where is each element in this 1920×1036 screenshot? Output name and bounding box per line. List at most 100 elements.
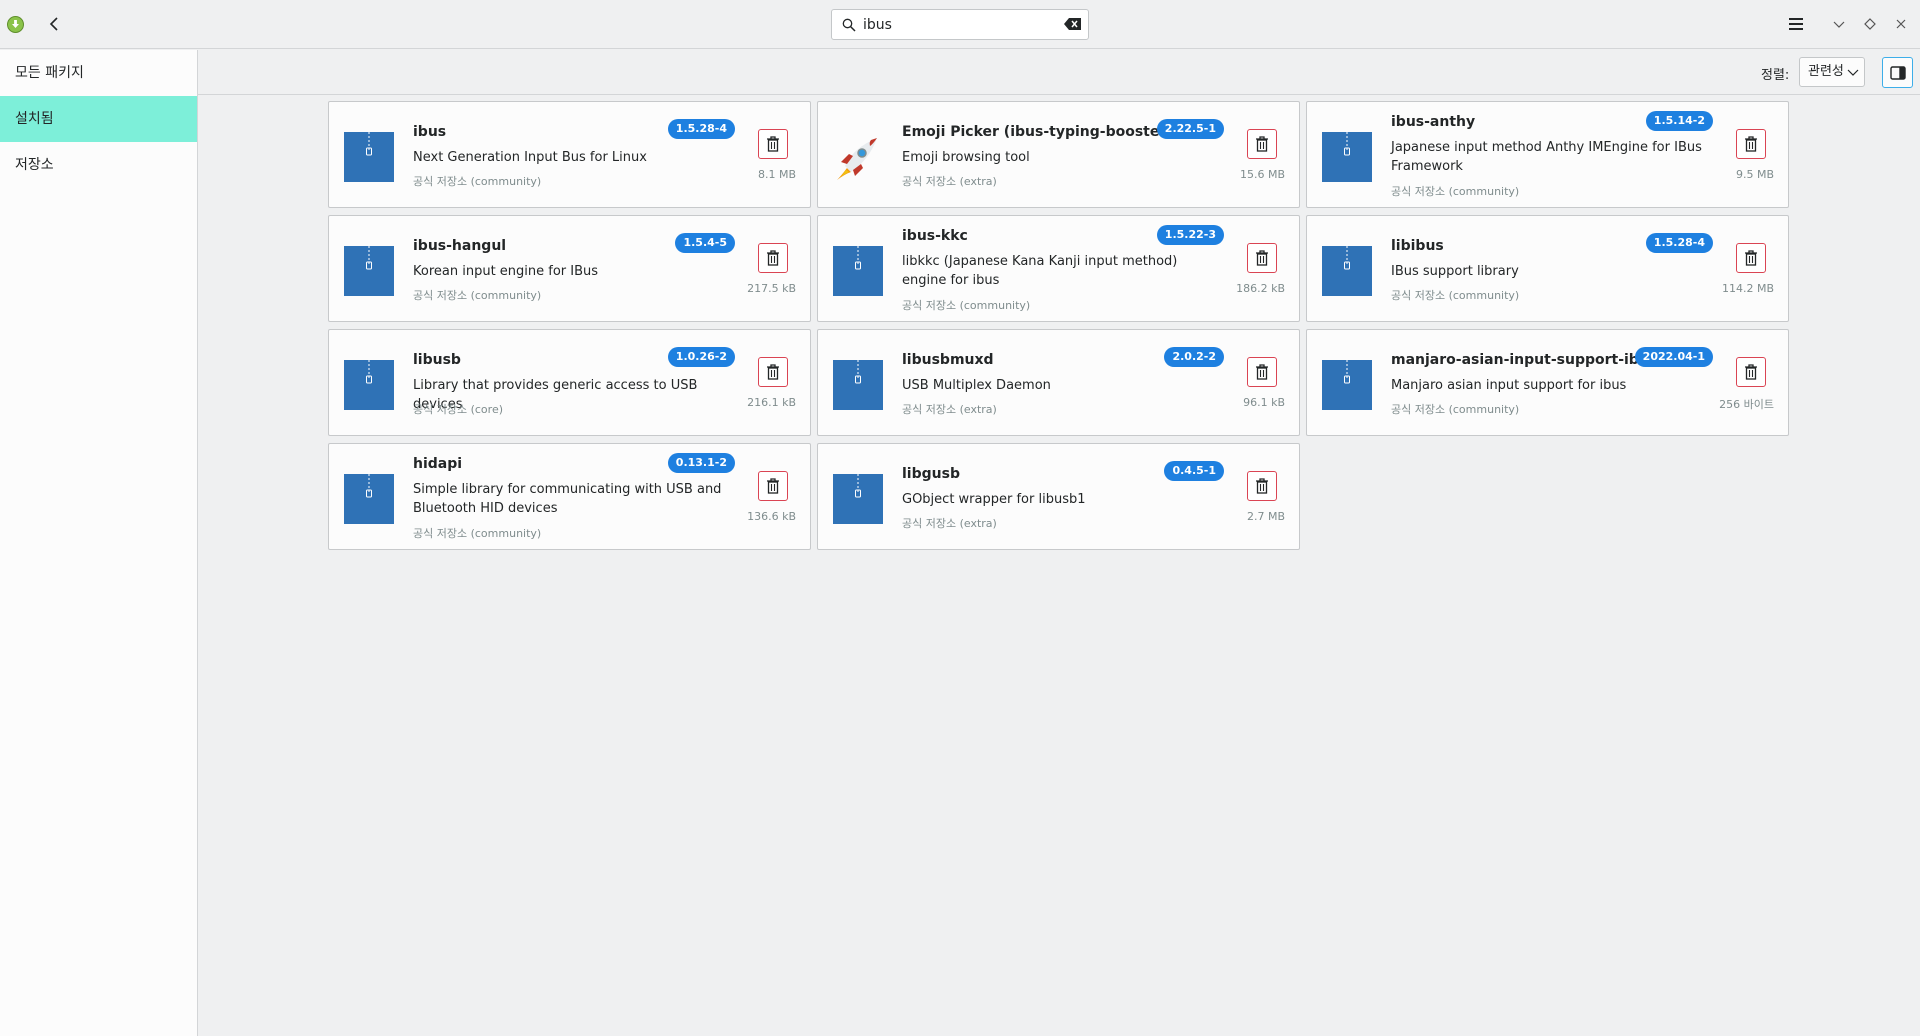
package-size: 8.1 MB xyxy=(757,168,796,181)
package-name: ibus-kkc xyxy=(902,228,968,244)
trash-icon xyxy=(767,250,779,266)
remove-button[interactable] xyxy=(1736,243,1766,273)
package-repo: 공식 저장소 (extra) xyxy=(902,403,997,416)
package-size: 256 바이트 xyxy=(1719,398,1774,411)
trash-icon xyxy=(1256,250,1268,266)
package-card[interactable]: ibus 1.5.28-4 Next Generation Input Bus … xyxy=(328,101,811,208)
search-input[interactable] xyxy=(863,15,1043,35)
remove-button[interactable] xyxy=(758,129,788,159)
package-card[interactable]: Emoji Picker (ibus-typing-booster) 2.22.… xyxy=(817,101,1300,208)
remove-button[interactable] xyxy=(1247,357,1277,387)
archive-icon xyxy=(344,246,394,296)
package-description: Korean input engine for IBus xyxy=(413,264,599,279)
trash-icon xyxy=(1256,478,1268,494)
close-button[interactable] xyxy=(1893,16,1909,32)
package-size: 2.7 MB xyxy=(1246,510,1285,523)
package-card[interactable]: libibus 1.5.28-4 IBus support library 공식… xyxy=(1306,215,1789,322)
version-badge: 2022.04-1 xyxy=(1634,347,1713,367)
archive-icon xyxy=(344,360,394,410)
package-description: Simple library for communicating with US… xyxy=(413,482,722,516)
package-size: 114.2 MB xyxy=(1721,282,1774,295)
remove-button[interactable] xyxy=(758,357,788,387)
version-badge: 1.5.28-4 xyxy=(667,119,735,139)
package-repo: 공식 저장소 (community) xyxy=(413,289,542,302)
package-repo: 공식 저장소 (community) xyxy=(413,175,542,188)
trash-icon xyxy=(1745,136,1757,152)
remove-button[interactable] xyxy=(1247,129,1277,159)
package-card[interactable]: libusbmuxd 2.0.2-2 USB Multiplex Daemon … xyxy=(817,329,1300,436)
package-repo: 공식 저장소 (community) xyxy=(413,527,542,540)
trash-icon xyxy=(1745,250,1757,266)
package-size: 15.6 MB xyxy=(1239,168,1285,181)
sort-selected-value: 관련성 xyxy=(1808,64,1844,79)
package-card[interactable]: ibus-kkc 1.5.22-3 libkkc (Japanese Kana … xyxy=(817,215,1300,322)
package-description: Japanese input method Anthy IMEngine for… xyxy=(1391,140,1702,174)
chevron-down-icon xyxy=(1847,69,1859,76)
version-badge: 1.5.14-2 xyxy=(1645,111,1713,131)
rocket-icon xyxy=(837,138,877,180)
package-card[interactable]: libusb 1.0.26-2 Library that provides ge… xyxy=(328,329,811,436)
back-button[interactable] xyxy=(44,14,64,34)
package-description: Emoji browsing tool xyxy=(902,150,1030,165)
trash-icon xyxy=(767,136,779,152)
search-icon xyxy=(842,18,856,32)
package-card[interactable]: ibus-anthy 1.5.14-2 Japanese input metho… xyxy=(1306,101,1789,208)
archive-icon xyxy=(833,360,883,410)
remove-button[interactable] xyxy=(1247,471,1277,501)
package-description: USB Multiplex Daemon xyxy=(902,378,1051,393)
package-card[interactable]: ibus-hangul 1.5.4-5 Korean input engine … xyxy=(328,215,811,322)
remove-button[interactable] xyxy=(1736,129,1766,159)
maximize-button[interactable] xyxy=(1862,16,1878,32)
package-repo: 공식 저장소 (community) xyxy=(1391,185,1520,198)
package-size: 96.1 kB xyxy=(1243,396,1285,409)
sidebar-item-installed[interactable]: 설치됨 xyxy=(0,96,197,142)
version-badge: 1.5.4-5 xyxy=(675,233,735,253)
trash-icon xyxy=(767,478,779,494)
version-badge: 1.0.26-2 xyxy=(667,347,735,367)
package-name: ibus xyxy=(413,124,447,140)
trash-icon xyxy=(1256,136,1268,152)
package-card[interactable]: libgusb 0.4.5-1 GObject wrapper for libu… xyxy=(817,443,1300,550)
package-repo: 공식 저장소 (extra) xyxy=(902,517,997,530)
package-card[interactable]: hidapi 0.13.1-2 Simple library for commu… xyxy=(328,443,811,550)
details-panel-toggle[interactable] xyxy=(1882,57,1913,88)
sort-dropdown[interactable]: 관련성 xyxy=(1799,57,1865,87)
sort-bar: 정렬: 관련성 xyxy=(198,50,1920,95)
archive-icon xyxy=(344,132,394,182)
minimize-button[interactable] xyxy=(1831,16,1847,32)
package-repo: 공식 저장소 (extra) xyxy=(902,175,997,188)
package-size: 136.6 kB xyxy=(747,510,796,523)
archive-icon xyxy=(833,246,883,296)
package-repo: 공식 저장소 (core) xyxy=(413,403,504,416)
remove-button[interactable] xyxy=(758,471,788,501)
package-description: Next Generation Input Bus for Linux xyxy=(413,150,647,165)
package-repo: 공식 저장소 (community) xyxy=(902,299,1031,312)
clear-text-icon[interactable] xyxy=(1064,17,1082,31)
package-repo: 공식 저장소 (community) xyxy=(1391,289,1520,302)
hamburger-menu-icon[interactable] xyxy=(1787,16,1805,32)
version-badge: 0.13.1-2 xyxy=(667,453,735,473)
trash-icon xyxy=(767,364,779,380)
package-repo: 공식 저장소 (community) xyxy=(1391,403,1520,416)
remove-button[interactable] xyxy=(758,243,788,273)
sort-label: 정렬: xyxy=(1761,68,1790,83)
archive-icon xyxy=(344,474,394,524)
archive-icon xyxy=(1322,246,1372,296)
package-card[interactable]: manjaro-asian-input-support-ibus 2022.04… xyxy=(1306,329,1789,436)
remove-button[interactable] xyxy=(1247,243,1277,273)
package-size: 9.5 MB xyxy=(1735,168,1774,181)
package-size: 186.2 kB xyxy=(1236,282,1285,295)
package-name: libibus xyxy=(1391,238,1444,254)
package-description: libkkc (Japanese Kana Kanji input method… xyxy=(902,254,1178,288)
chevron-left-icon xyxy=(49,17,58,31)
sidebar-item-repositories[interactable]: 저장소 xyxy=(0,142,197,188)
archive-icon xyxy=(833,474,883,524)
search-box[interactable] xyxy=(831,9,1089,40)
trash-icon xyxy=(1745,364,1757,380)
remove-button[interactable] xyxy=(1736,357,1766,387)
sidebar-item-all-packages[interactable]: 모든 패키지 xyxy=(0,50,197,96)
archive-icon xyxy=(1322,360,1372,410)
package-description: GObject wrapper for libusb1 xyxy=(902,492,1086,507)
package-name: Emoji Picker (ibus-typing-booster) xyxy=(902,124,1173,140)
version-badge: 1.5.22-3 xyxy=(1156,225,1224,245)
